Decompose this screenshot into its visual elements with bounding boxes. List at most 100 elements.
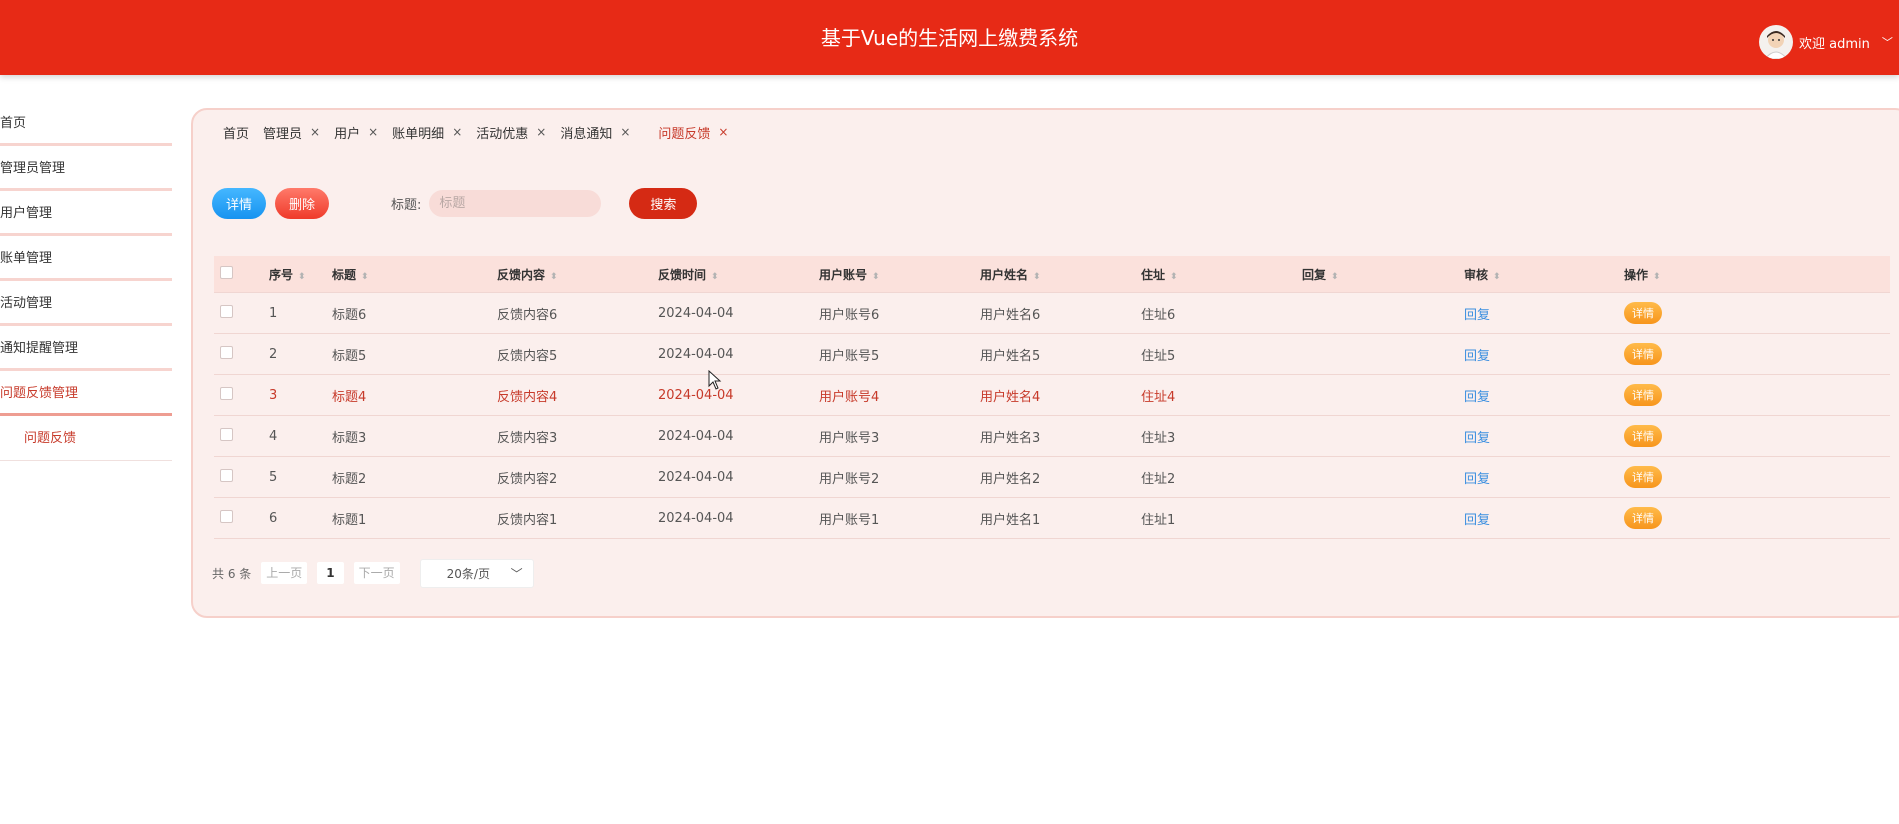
close-icon[interactable]: × — [368, 125, 378, 139]
sort-icon[interactable]: ⬍ — [298, 272, 306, 282]
table-row[interactable]: 4 标题3 反馈内容3 2024-04-04 用户账号3 用户姓名3 住址3 回复 详情 — [214, 416, 1890, 457]
sidebar-item-users[interactable]: 用户管理 — [0, 194, 172, 236]
column-header[interactable]: 住址 ⬍ — [1141, 266, 1302, 283]
tab-activities[interactable]: 活动优惠 × — [476, 123, 546, 142]
search-input[interactable] — [429, 189, 602, 217]
column-header[interactable]: 用户姓名 ⬍ — [980, 266, 1141, 283]
table-row[interactable]: 2 标题5 反馈内容5 2024-04-04 用户账号5 用户姓名5 住址5 回复 详情 — [214, 334, 1890, 375]
tab-label: 问题反馈 — [658, 126, 711, 142]
sidebar-subitem-feedback[interactable]: 问题反馈 — [0, 419, 172, 461]
sidebar-item-home[interactable]: 首页 — [0, 104, 172, 146]
column-header[interactable]: 操作 ⬍ — [1624, 266, 1824, 283]
table-cell-address: 住址6 — [1141, 307, 1176, 323]
sort-icon[interactable]: ⬍ — [1033, 272, 1041, 282]
row-checkbox[interactable] — [220, 468, 233, 482]
next-page-button[interactable]: 下一页 — [353, 562, 400, 584]
table-cell-title: 标题2 — [332, 471, 367, 487]
close-icon[interactable]: × — [310, 125, 320, 139]
table-cell-title: 标题4 — [332, 389, 367, 405]
row-checkbox[interactable] — [220, 345, 233, 359]
column-header[interactable]: 反馈内容 ⬍ — [497, 266, 658, 283]
delete-button[interactable]: 删除 — [275, 187, 329, 219]
sort-icon[interactable]: ⬍ — [1170, 272, 1178, 282]
tab-notifications[interactable]: 消息通知 × — [560, 123, 630, 142]
row-detail-button[interactable]: 详情 — [1624, 302, 1662, 324]
page-size-select[interactable]: 20条/页 ﹀ — [419, 558, 534, 588]
reply-link[interactable]: 回复 — [1464, 390, 1490, 405]
column-header[interactable]: 标题 ⬍ — [332, 266, 497, 283]
detail-button[interactable]: 详情 — [212, 187, 266, 219]
sidebar-item-feedback[interactable]: 问题反馈管理 — [0, 374, 172, 416]
sort-icon[interactable]: ⬍ — [1493, 272, 1501, 282]
row-detail-button[interactable]: 详情 — [1624, 466, 1662, 488]
reply-link[interactable]: 回复 — [1464, 308, 1490, 323]
sort-icon[interactable]: ⬍ — [1331, 272, 1339, 282]
table-row[interactable]: 6 标题1 反馈内容1 2024-04-04 用户账号1 用户姓名1 住址1 回复 详情 — [214, 498, 1890, 539]
sort-icon[interactable]: ⬍ — [872, 272, 880, 282]
sort-icon[interactable]: ⬍ — [1653, 272, 1661, 282]
row-detail-button[interactable]: 详情 — [1624, 343, 1662, 365]
column-header[interactable]: 回复 ⬍ — [1302, 266, 1464, 283]
table-row[interactable]: 1 标题6 反馈内容6 2024-04-04 用户账号6 用户姓名6 住址6 回复 详情 — [214, 293, 1890, 334]
row-checkbox[interactable] — [220, 427, 233, 441]
tab-feedback[interactable]: 问题反馈 × — [658, 123, 728, 142]
table-row[interactable]: 3 标题4 反馈内容4 2024-04-04 用户账号4 用户姓名4 住址4 回复 详情 — [214, 375, 1890, 416]
user-menu[interactable]: 欢迎 admin ﹀ — [1759, 24, 1899, 60]
page-size-value: 20条/页 — [446, 566, 490, 581]
table-cell-time: 2024-04-04 — [658, 469, 734, 485]
table-cell-address: 住址1 — [1141, 512, 1176, 528]
select-all-checkbox[interactable] — [220, 266, 233, 279]
reply-link[interactable]: 回复 — [1464, 472, 1490, 487]
current-page[interactable]: 1 — [317, 562, 344, 584]
tab-label: 管理员 — [263, 126, 303, 142]
prev-page-button[interactable]: 上一页 — [261, 562, 308, 584]
welcome-text: 欢迎 admin — [1799, 36, 1870, 52]
search-button[interactable]: 搜索 — [629, 187, 698, 219]
table-cell-address: 住址4 — [1141, 389, 1176, 405]
app-title: 基于Vue的生活网上缴费系统 — [820, 26, 1079, 50]
table-cell-no: 4 — [269, 428, 278, 444]
column-header[interactable]: 审核 ⬍ — [1464, 266, 1624, 283]
reply-link[interactable]: 回复 — [1464, 349, 1490, 364]
table-cell-title: 标题6 — [332, 307, 367, 323]
tab-label: 账单明细 — [392, 126, 445, 142]
tab-bills[interactable]: 账单明细 × — [392, 123, 462, 142]
column-header[interactable]: 序号 ⬍ — [269, 266, 332, 283]
table-cell-title: 标题5 — [332, 348, 367, 364]
table-cell-name: 用户姓名4 — [980, 389, 1041, 405]
table-cell-name: 用户姓名2 — [980, 471, 1041, 487]
sidebar-item-activities[interactable]: 活动管理 — [0, 284, 172, 326]
row-checkbox[interactable] — [220, 509, 233, 523]
column-header[interactable]: 反馈时间 ⬍ — [658, 266, 819, 283]
tab-home[interactable]: 首页 — [223, 123, 249, 142]
sidebar-item-admin[interactable]: 管理员管理 — [0, 149, 172, 191]
row-detail-button[interactable]: 详情 — [1624, 425, 1662, 447]
tab-users[interactable]: 用户 × — [334, 123, 378, 142]
row-checkbox[interactable] — [220, 304, 233, 318]
user-avatar-icon — [1764, 31, 1788, 59]
table-cell-address: 住址5 — [1141, 348, 1176, 364]
reply-link[interactable]: 回复 — [1464, 513, 1490, 528]
sort-icon[interactable]: ⬍ — [361, 272, 369, 282]
row-detail-button[interactable]: 详情 — [1624, 507, 1662, 529]
sidebar-item-bills[interactable]: 账单管理 — [0, 239, 172, 281]
row-checkbox[interactable] — [220, 386, 233, 400]
table-row[interactable]: 5 标题2 反馈内容2 2024-04-04 用户账号2 用户姓名2 住址2 回复 详情 — [214, 457, 1890, 498]
sidebar: 首页 管理员管理 用户管理 账单管理 活动管理 通知提醒管理 问题反馈管理 问题… — [0, 104, 172, 461]
tab-admin[interactable]: 管理员 × — [263, 123, 320, 142]
sidebar-item-notifications[interactable]: 通知提醒管理 — [0, 329, 172, 371]
close-icon[interactable]: × — [452, 125, 462, 139]
sort-icon[interactable]: ⬍ — [711, 272, 719, 282]
mouse-cursor-icon — [708, 370, 722, 390]
row-detail-button[interactable]: 详情 — [1624, 384, 1662, 406]
sort-icon[interactable]: ⬍ — [550, 272, 558, 282]
close-icon[interactable]: × — [718, 125, 728, 139]
chevron-down-icon[interactable]: ﹀ — [1882, 34, 1893, 50]
table-cell-name: 用户姓名3 — [980, 430, 1041, 446]
close-icon[interactable]: × — [620, 125, 630, 139]
table-cell-no: 6 — [269, 510, 278, 526]
column-header[interactable]: 用户账号 ⬍ — [819, 266, 980, 283]
reply-link[interactable]: 回复 — [1464, 431, 1490, 446]
close-icon[interactable]: × — [536, 125, 546, 139]
table-cell-account: 用户账号2 — [819, 471, 880, 487]
